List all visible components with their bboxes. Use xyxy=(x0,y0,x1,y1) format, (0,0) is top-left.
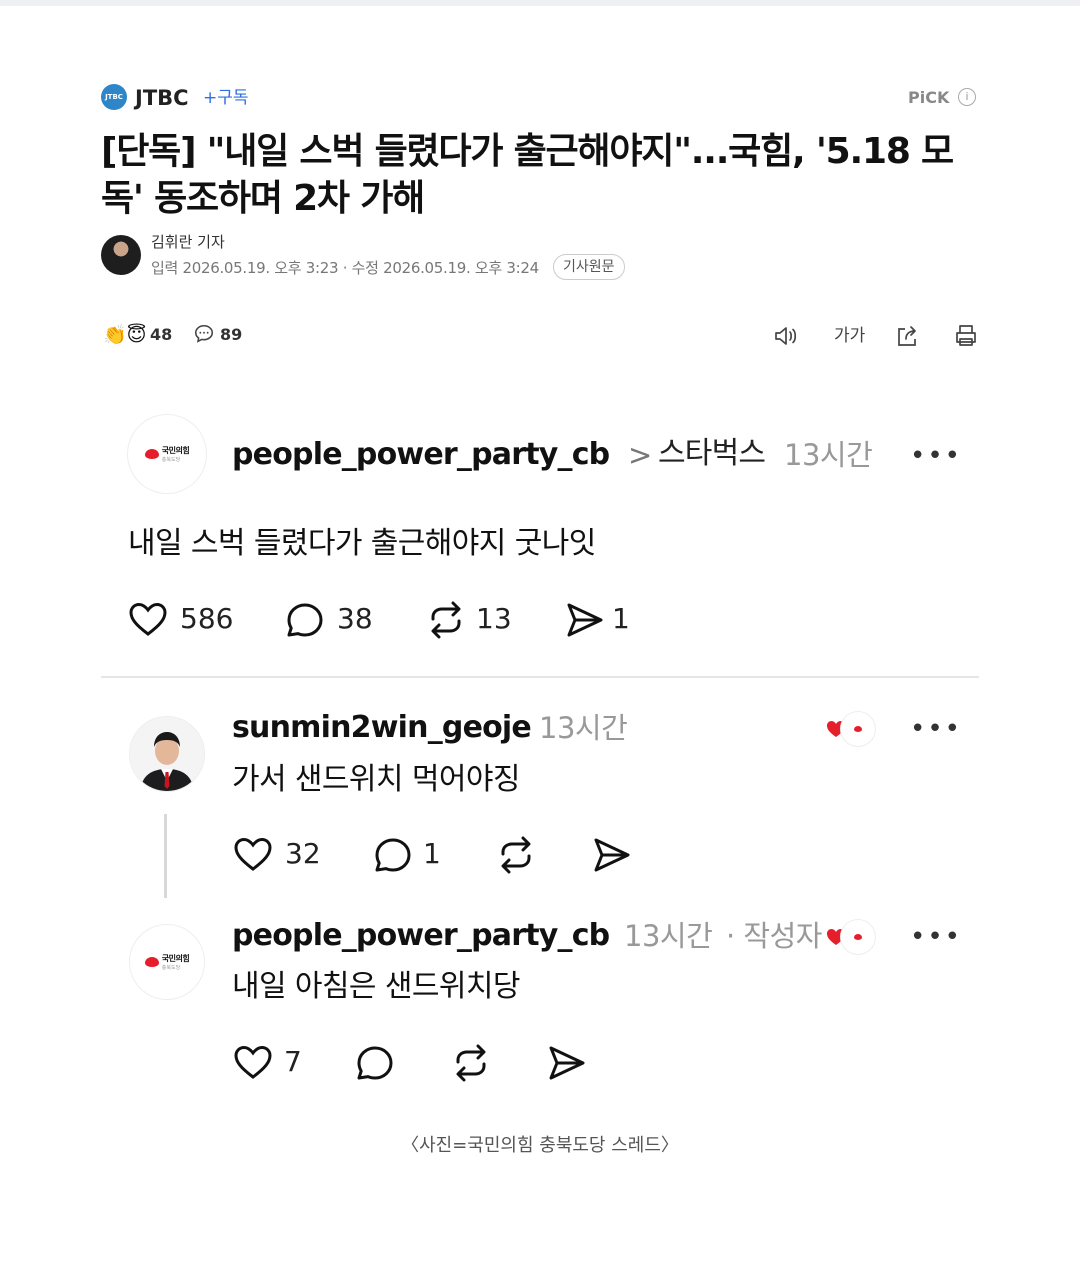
party-logo-sub: 충북도당 xyxy=(161,965,181,971)
reply1-text: 가서 샌드위치 먹어야징 xyxy=(232,762,520,797)
reply1-time: 13시간 xyxy=(539,711,628,745)
post-like-count: 586 xyxy=(180,602,234,635)
original-article-button[interactable]: 기사원문 xyxy=(553,254,625,280)
reply2-more-button[interactable]: ••• xyxy=(910,922,962,952)
reporter-avatar[interactable] xyxy=(101,235,141,275)
like-heart-icon[interactable] xyxy=(232,834,274,876)
post-share-count: 1 xyxy=(612,602,630,635)
publish-dates: 입력 2026.05.19. 오후 3:23 · 수정 2026.05.19. … xyxy=(151,259,539,277)
sunmin-avatar[interactable] xyxy=(129,716,205,792)
reply2-text: 내일 아침은 샌드위치당 xyxy=(232,969,520,1004)
thread-divider xyxy=(101,676,979,678)
reply1-username[interactable]: sunmin2win_geoje xyxy=(232,708,532,748)
thread-connector-line xyxy=(164,814,167,898)
reporter-name[interactable]: 김휘란 기자 xyxy=(151,232,225,252)
reply1-reply-count: 1 xyxy=(423,837,441,870)
article-headline: [단독] "내일 스벅 들렸다가 출근해야지"...국힘, '5.18 모독' … xyxy=(101,131,954,219)
post-username[interactable]: people_power_party_cb xyxy=(232,435,610,475)
ppp-avatar[interactable]: 국민의힘 충북도당 xyxy=(127,414,207,494)
post-reply-count: 38 xyxy=(337,602,373,635)
reply2-username[interactable]: people_power_party_cb xyxy=(232,916,610,956)
reaction-count: 48 xyxy=(150,325,173,344)
jtbc-logo-icon[interactable]: JTBC xyxy=(101,84,127,110)
subscribe-button[interactable]: +구독 xyxy=(203,86,249,110)
party-logo-icon: 국민의힘 충북도당 xyxy=(144,953,190,971)
author-liked-badge xyxy=(826,919,876,955)
reply2-like-count: 7 xyxy=(284,1045,302,1078)
party-logo-text: 국민의힘 xyxy=(161,954,190,963)
press-name[interactable]: JTBC xyxy=(135,84,189,112)
print-icon[interactable] xyxy=(952,322,980,350)
party-logo-icon: 국민의힘 충북도당 xyxy=(144,445,190,463)
post-more-button[interactable]: ••• xyxy=(910,441,962,471)
font-size-button[interactable]: 가가 xyxy=(834,324,865,348)
comment-count[interactable]: 89 xyxy=(220,324,242,346)
reply1-like-count: 32 xyxy=(285,837,321,870)
post-text: 내일 스벅 들렸다가 출근해야지 굿나잇 xyxy=(128,526,596,561)
photo-caption: 〈사진=국민의힘 충북도당 스레드〉 xyxy=(401,1135,679,1156)
like-heart-icon[interactable] xyxy=(127,599,169,641)
post-repost-count: 13 xyxy=(476,602,512,635)
reply-bubble-icon[interactable] xyxy=(354,1042,396,1084)
comment-bubble-icon[interactable] xyxy=(193,323,215,345)
send-icon[interactable] xyxy=(591,834,633,876)
repost-icon[interactable] xyxy=(425,599,467,641)
speaker-icon[interactable] xyxy=(772,322,800,350)
repost-icon[interactable] xyxy=(450,1042,492,1084)
post-time: 13시간 xyxy=(784,438,873,472)
author-liked-badge xyxy=(826,711,876,747)
party-logo-text: 국민의힘 xyxy=(161,446,190,455)
send-icon[interactable] xyxy=(564,599,606,641)
author-tag: · 작성자 xyxy=(726,919,822,953)
party-logo-sub: 충북도당 xyxy=(161,457,181,463)
like-heart-icon[interactable] xyxy=(232,1042,274,1084)
ppp-mini-avatar xyxy=(840,711,876,747)
ppp-mini-avatar xyxy=(840,919,876,955)
pick-label: PiCK xyxy=(908,88,950,107)
person-photo-icon xyxy=(130,717,204,791)
reply-bubble-icon[interactable] xyxy=(372,834,414,876)
share-icon[interactable] xyxy=(894,322,922,350)
top-border xyxy=(0,0,1080,6)
reply2-time: 13시간 xyxy=(624,919,713,953)
info-icon[interactable]: i xyxy=(958,88,976,106)
reaction-emoji-icon[interactable]: 👏😇 xyxy=(103,322,146,348)
reply1-more-button[interactable]: ••• xyxy=(910,714,962,744)
reply-bubble-icon[interactable] xyxy=(284,599,326,641)
topic-separator: > xyxy=(628,438,652,472)
ppp-avatar[interactable]: 국민의힘 충북도당 xyxy=(129,924,205,1000)
send-icon[interactable] xyxy=(546,1042,588,1084)
post-topic[interactable]: 스타벅스 xyxy=(658,434,766,474)
repost-icon[interactable] xyxy=(495,834,537,876)
